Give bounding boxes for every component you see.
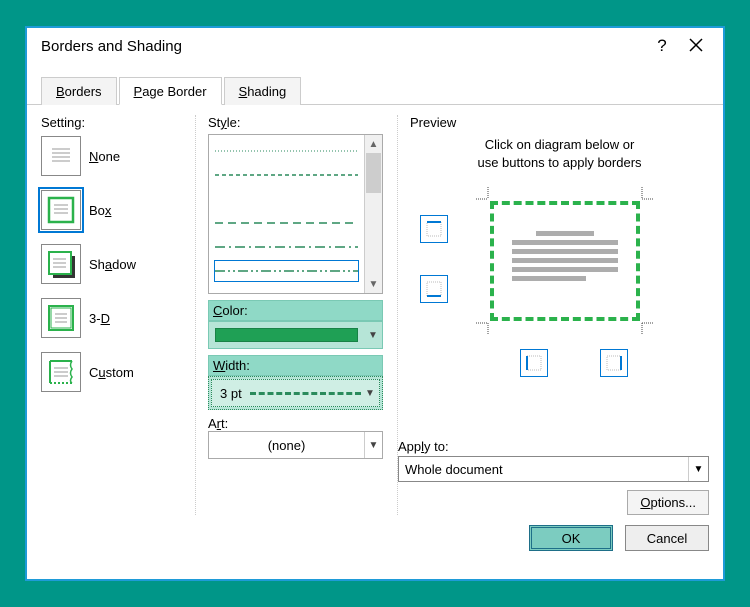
border-top-button[interactable] xyxy=(420,215,448,243)
window-title: Borders and Shading xyxy=(41,38,645,55)
corner-marker-icon xyxy=(640,321,654,335)
style-option-dashdot[interactable] xyxy=(213,235,360,259)
width-sample-icon xyxy=(250,392,361,395)
scroll-up-icon[interactable]: ▲ xyxy=(365,135,382,153)
setting-none-label: None xyxy=(89,149,120,164)
style-option-dashdotdot[interactable] xyxy=(213,259,360,283)
setting-none-icon xyxy=(41,136,81,176)
style-list-body xyxy=(209,135,364,293)
tab-page-border[interactable]: Page Border xyxy=(119,77,222,105)
width-value: 3 pt xyxy=(220,386,242,401)
help-button[interactable]: ? xyxy=(645,36,679,56)
setting-3d-icon xyxy=(41,298,81,338)
preview-text-icon xyxy=(512,231,618,285)
border-right-button[interactable] xyxy=(600,349,628,377)
border-left-button[interactable] xyxy=(520,349,548,377)
setting-shadow[interactable]: Shadow xyxy=(41,244,181,284)
dialog-footer: OK Cancel xyxy=(27,515,723,561)
apply-to-value: Whole document xyxy=(399,462,688,477)
border-bottom-button[interactable] xyxy=(420,275,448,303)
setting-box[interactable]: Box xyxy=(41,190,181,230)
art-row: Art: (none) ▼ xyxy=(208,416,383,459)
titlebar: Borders and Shading ? xyxy=(27,28,723,62)
tab-borders[interactable]: Borders xyxy=(41,77,117,105)
art-value: (none) xyxy=(209,438,364,453)
width-row: Width: 3 pt ▼ xyxy=(208,355,383,410)
tab-strip: Borders Page Border Shading xyxy=(27,62,723,105)
close-icon xyxy=(689,38,703,52)
preview-label: Preview xyxy=(410,115,709,130)
cancel-button[interactable]: Cancel xyxy=(625,525,709,551)
style-label: Style: xyxy=(208,115,383,130)
color-row: Color: ▼ xyxy=(208,300,383,349)
setting-none[interactable]: None xyxy=(41,136,181,176)
style-scrollbar[interactable]: ▲ ▼ xyxy=(364,135,382,293)
color-label: Color: xyxy=(208,300,383,321)
color-swatch xyxy=(215,328,358,342)
close-button[interactable] xyxy=(679,38,713,55)
tab-shading[interactable]: Shading xyxy=(224,77,302,105)
options-button[interactable]: Options... xyxy=(627,490,709,515)
dialog-body: Setting: None Box Shadow xyxy=(27,105,723,515)
apply-to-combo[interactable]: Whole document ▼ xyxy=(398,456,709,482)
setting-column: Setting: None Box Shadow xyxy=(41,115,181,515)
style-option-dashed-short[interactable] xyxy=(213,163,360,187)
style-column: Style: ▲ ▼ Color: xyxy=(195,115,383,515)
chevron-down-icon[interactable]: ▼ xyxy=(688,457,708,481)
color-combo[interactable]: ▼ xyxy=(208,321,383,349)
style-option-blank[interactable] xyxy=(213,187,360,211)
art-label: Art: xyxy=(208,416,383,431)
setting-custom-icon xyxy=(41,352,81,392)
setting-custom[interactable]: Custom xyxy=(41,352,181,392)
width-combo[interactable]: 3 pt ▼ xyxy=(211,379,380,407)
scroll-track[interactable] xyxy=(365,153,382,275)
apply-to-label: Apply to: xyxy=(398,439,709,454)
setting-3d-label: 3-D xyxy=(89,311,110,326)
preview-column: Preview Click on diagram below oruse but… xyxy=(397,115,709,515)
art-combo[interactable]: (none) ▼ xyxy=(208,431,383,459)
corner-marker-icon xyxy=(476,187,490,201)
setting-label: Setting: xyxy=(41,115,181,130)
style-option-dotted[interactable] xyxy=(213,139,360,163)
style-list[interactable]: ▲ ▼ xyxy=(208,134,383,294)
preview-area xyxy=(410,179,709,379)
preview-page[interactable] xyxy=(490,201,640,321)
setting-3d[interactable]: 3-D xyxy=(41,298,181,338)
chevron-down-icon[interactable]: ▼ xyxy=(364,432,382,458)
corner-marker-icon xyxy=(640,187,654,201)
setting-shadow-icon xyxy=(41,244,81,284)
chevron-down-icon[interactable]: ▼ xyxy=(364,330,382,341)
setting-shadow-label: Shadow xyxy=(89,257,136,272)
width-label: Width: xyxy=(208,355,383,376)
apply-to-section: Apply to: Whole document ▼ Options... xyxy=(398,439,709,515)
scroll-down-icon[interactable]: ▼ xyxy=(365,275,382,293)
setting-box-label: Box xyxy=(89,203,111,218)
preview-hint: Click on diagram below oruse buttons to … xyxy=(410,136,709,171)
corner-marker-icon xyxy=(476,321,490,335)
style-option-dashed-long[interactable] xyxy=(213,211,360,235)
ok-button[interactable]: OK xyxy=(529,525,613,551)
setting-custom-label: Custom xyxy=(89,365,134,380)
scroll-thumb[interactable] xyxy=(366,153,381,193)
borders-shading-dialog: Borders and Shading ? Borders Page Borde… xyxy=(25,26,725,581)
chevron-down-icon[interactable]: ▼ xyxy=(361,388,379,399)
setting-box-icon xyxy=(41,190,81,230)
